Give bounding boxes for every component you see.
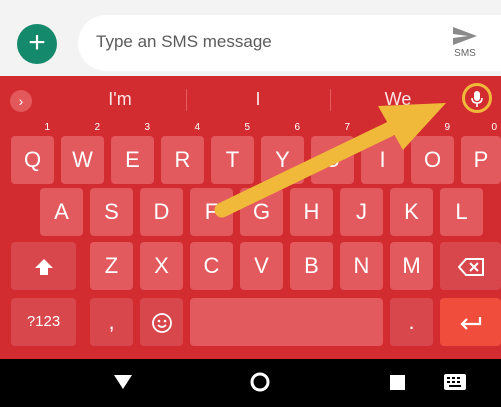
space-key[interactable] [190, 298, 383, 346]
key-q[interactable]: Q1 [11, 122, 54, 184]
suggestion-divider [186, 89, 187, 111]
chevron-right-icon: › [18, 93, 24, 109]
key-k[interactable]: K [390, 188, 433, 236]
suggestion-1[interactable]: I'm [100, 89, 140, 110]
key-p[interactable]: P0 [461, 122, 501, 184]
back-triangle-icon [114, 375, 132, 389]
key-i[interactable]: I8 [361, 122, 404, 184]
key-m[interactable]: M [390, 242, 433, 290]
message-placeholder: Type an SMS message [96, 32, 272, 51]
key-j[interactable]: J [340, 188, 383, 236]
key-o[interactable]: O9 [411, 122, 454, 184]
plus-icon: + [28, 26, 46, 59]
key-t[interactable]: T5 [211, 122, 254, 184]
comma-key[interactable]: , [90, 298, 133, 346]
period-key[interactable]: . [390, 298, 433, 346]
emoji-key[interactable] [140, 298, 183, 346]
key-a[interactable]: A [40, 188, 83, 236]
home-circle-icon [250, 372, 270, 392]
key-w[interactable]: W2 [61, 122, 104, 184]
key-y[interactable]: Y6 [261, 122, 304, 184]
home-button[interactable] [249, 371, 271, 398]
microphone-icon [471, 91, 483, 107]
key-x[interactable]: X [140, 242, 183, 290]
key-r[interactable]: R4 [161, 122, 204, 184]
recents-square-icon [390, 375, 405, 390]
key-u[interactable]: U7 [311, 122, 354, 184]
key-h[interactable]: H [290, 188, 333, 236]
keyboard: › I'm I We Q1 W2 E3 R4 T5 Y6 U7 I8 O9 P0… [0, 76, 501, 359]
message-input[interactable]: Type an SMS message SMS [78, 15, 501, 71]
key-b[interactable]: B [290, 242, 333, 290]
expand-toolbar-button[interactable]: › [10, 90, 32, 112]
send-arrow-icon [453, 27, 477, 45]
key-l[interactable]: L [440, 188, 483, 236]
key-e[interactable]: E3 [111, 122, 154, 184]
key-n[interactable]: N [340, 242, 383, 290]
send-button[interactable]: SMS [447, 25, 483, 65]
keyboard-switch-icon [444, 374, 466, 390]
key-d[interactable]: D [140, 188, 183, 236]
key-z[interactable]: Z [90, 242, 133, 290]
navigation-bar [0, 359, 501, 407]
suggestion-3[interactable]: We [380, 89, 416, 110]
suggestion-divider [330, 89, 331, 111]
enter-icon [459, 317, 481, 330]
suggestion-strip: › I'm I We [0, 76, 501, 120]
recents-button[interactable] [390, 375, 405, 395]
shift-arrow-icon [34, 259, 53, 276]
emoji-icon [151, 313, 172, 334]
symbols-key[interactable]: ?123 [11, 298, 76, 346]
key-g[interactable]: G [240, 188, 283, 236]
keyboard-switch-button[interactable] [444, 374, 466, 395]
back-button[interactable] [113, 374, 133, 395]
add-attachment-button[interactable]: + [17, 24, 57, 64]
key-v[interactable]: V [240, 242, 283, 290]
shift-key[interactable] [11, 242, 76, 290]
send-sms-label: SMS [454, 48, 476, 59]
key-f[interactable]: F [190, 188, 233, 236]
suggestion-2[interactable]: I [248, 89, 268, 110]
key-c[interactable]: C [190, 242, 233, 290]
voice-input-button[interactable] [462, 83, 492, 113]
backspace-key[interactable] [440, 242, 501, 290]
key-s[interactable]: S [90, 188, 133, 236]
compose-bar: + Type an SMS message SMS [0, 0, 501, 76]
enter-key[interactable] [440, 298, 501, 346]
backspace-icon [457, 258, 484, 277]
